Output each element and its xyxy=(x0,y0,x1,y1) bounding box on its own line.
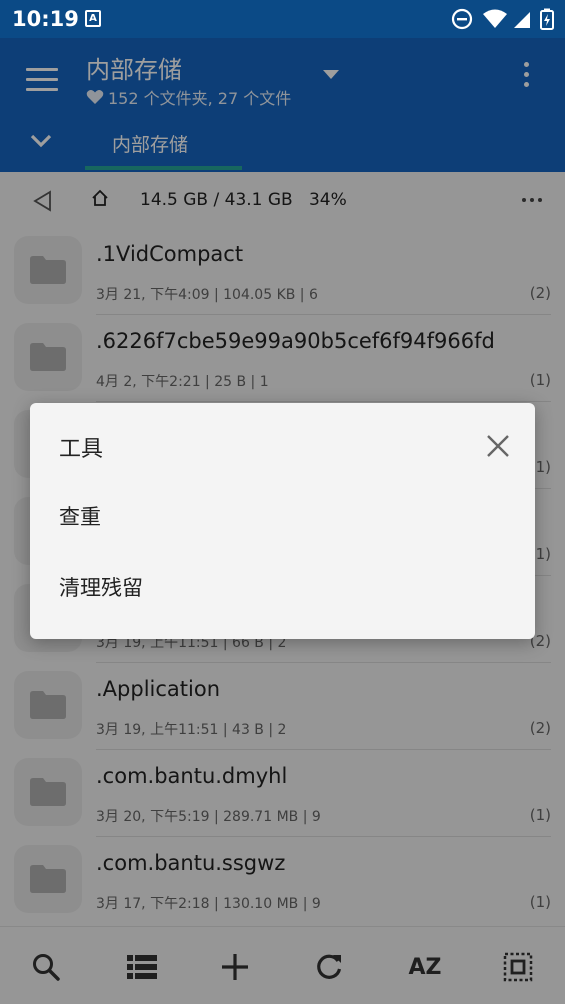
signal-icon xyxy=(514,12,530,28)
tools-dialog: 工具 查重 清理残留 xyxy=(30,403,535,639)
notification-icon: A xyxy=(85,10,101,27)
dialog-title: 工具 xyxy=(59,437,104,462)
status-time: 10:19 xyxy=(12,7,79,31)
dnd-icon xyxy=(451,8,473,30)
menu-item-clean-residue[interactable]: 清理残留 xyxy=(59,572,143,602)
wifi-icon xyxy=(483,9,507,28)
status-bar: 10:19 A xyxy=(0,0,565,38)
close-icon[interactable] xyxy=(485,433,511,459)
battery-charging-icon xyxy=(540,8,554,30)
menu-item-find-duplicates[interactable]: 查重 xyxy=(59,501,101,531)
